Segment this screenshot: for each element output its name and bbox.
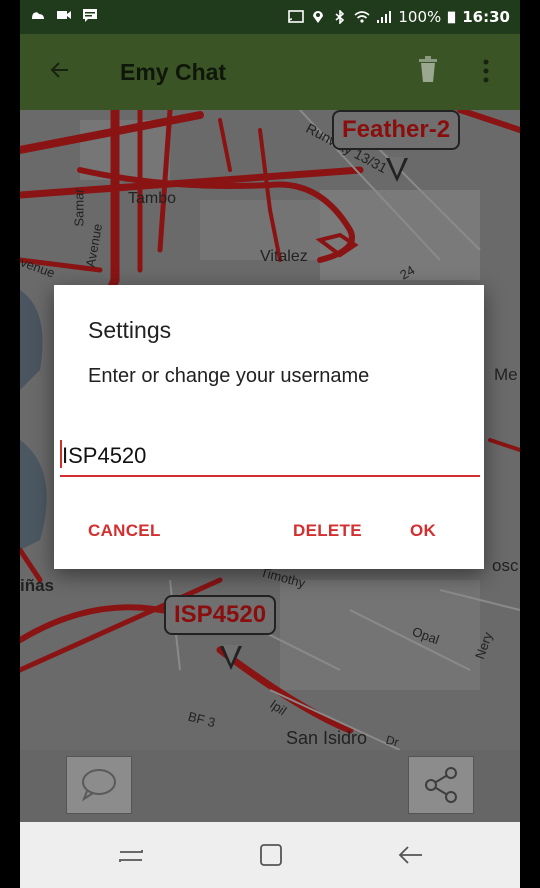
ok-button[interactable]: OK	[410, 521, 436, 541]
app-title: Emy Chat	[120, 59, 227, 85]
weather-icon	[32, 12, 44, 19]
dialog-message: Enter or change your username	[88, 365, 370, 387]
username-input[interactable]	[60, 437, 480, 477]
back-arrow-icon[interactable]	[48, 58, 72, 82]
signal-icon	[377, 11, 392, 23]
share-button[interactable]	[408, 756, 474, 814]
message-icon	[83, 9, 97, 22]
battery-icon	[448, 11, 456, 24]
video-icon	[57, 11, 71, 19]
phone-screen: 100% 16:30 Emy Chat Runway 13/31 Tambo S…	[0, 0, 540, 888]
dialog-title: Settings	[88, 317, 172, 343]
trash-icon[interactable]	[416, 54, 440, 84]
map-label-tambo: Tambo	[128, 190, 177, 207]
settings-dialog: Settings Enter or change your username C…	[54, 285, 484, 569]
clock: 16:30	[462, 8, 510, 26]
back-icon[interactable]	[396, 840, 426, 870]
battery-percent: 100%	[398, 8, 442, 26]
chat-button[interactable]	[66, 756, 132, 814]
cancel-button[interactable]: CANCEL	[88, 521, 161, 541]
map-label-pinas: iñas	[20, 576, 55, 595]
home-icon[interactable]	[256, 840, 286, 870]
map-marker-feather-2[interactable]: Feather-2	[332, 110, 461, 150]
cast-icon	[288, 10, 305, 23]
map-marker-isp4520[interactable]: ISP4520	[164, 595, 277, 635]
location-icon	[313, 11, 324, 23]
map-label-san-isidro: San Isidro	[286, 728, 368, 748]
map-label-vitalez: Vitalez	[260, 248, 308, 265]
bottom-action-bar	[20, 750, 520, 822]
status-bar: 100% 16:30	[20, 0, 520, 34]
marker-pointer-fill	[389, 157, 405, 176]
delete-button[interactable]: DELETE	[293, 521, 362, 541]
bluetooth-icon	[335, 10, 345, 24]
system-nav-bar	[20, 822, 520, 888]
map-label-samar: Samar	[71, 188, 87, 227]
recents-icon[interactable]	[116, 840, 146, 870]
marker-pointer-fill	[223, 645, 239, 664]
share-icon	[425, 767, 457, 803]
map-label-me: Me	[494, 365, 518, 384]
chat-bubble-icon	[81, 769, 116, 802]
map-label-osc: osc	[492, 556, 519, 575]
more-vert-icon[interactable]	[482, 58, 490, 84]
app-toolbar: Emy Chat	[20, 34, 520, 110]
text-cursor	[60, 440, 62, 468]
wifi-icon	[354, 11, 370, 23]
